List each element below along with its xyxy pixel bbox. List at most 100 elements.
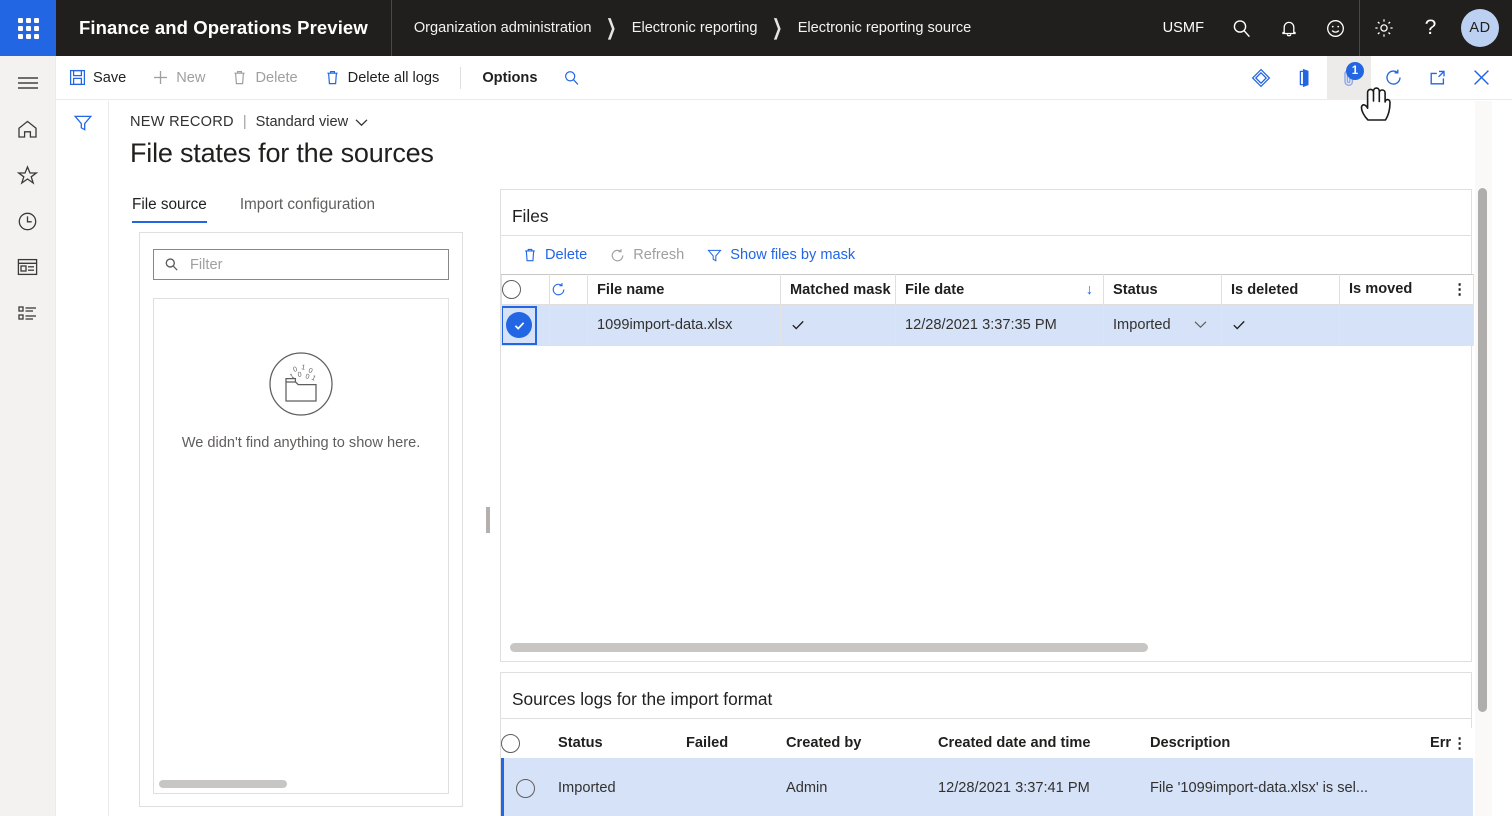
- table-row[interactable]: Imported Admin 12/28/2021 3:37:41 PM Fil…: [501, 758, 1473, 816]
- office-app-button[interactable]: [1283, 56, 1327, 100]
- new-button[interactable]: New: [139, 56, 218, 100]
- refresh-button[interactable]: [1371, 56, 1415, 100]
- attachments-badge: 1: [1346, 62, 1364, 80]
- files-row-select-cell[interactable]: [502, 305, 550, 346]
- logs-column-created-by[interactable]: Created by: [777, 728, 929, 758]
- options-button[interactable]: Options: [469, 56, 550, 100]
- filter-input[interactable]: [188, 256, 438, 274]
- breadcrumb-item-0[interactable]: Organization administration: [414, 20, 592, 36]
- plus-icon: [152, 69, 169, 86]
- files-grid: File name Matched mask ↓ File date Statu…: [501, 274, 1474, 346]
- settings-button[interactable]: [1360, 0, 1407, 56]
- global-search-button[interactable]: [1218, 0, 1265, 56]
- select-all-radio-icon: [502, 280, 521, 299]
- logs-cell-created-date[interactable]: 12/28/2021 3:37:41 PM: [929, 758, 1141, 816]
- table-row[interactable]: 1099import-data.xlsx 12/28/2021 3:37:35 …: [502, 305, 1474, 346]
- files-refresh-button[interactable]: Refresh: [598, 236, 695, 274]
- row-radio-icon[interactable]: [516, 779, 535, 798]
- files-delete-label: Delete: [545, 247, 587, 263]
- avatar[interactable]: AD: [1461, 9, 1499, 47]
- delete-button[interactable]: Delete: [218, 56, 310, 100]
- breadcrumb: Organization administration ❯ Electronic…: [392, 18, 971, 38]
- filter-input-container[interactable]: [153, 249, 449, 280]
- files-column-file-date[interactable]: ↓ File date: [896, 275, 1104, 305]
- files-column-matched-mask[interactable]: Matched mask: [781, 275, 896, 305]
- files-card-title: Files: [501, 190, 1471, 235]
- files-grid-scroll-thumb[interactable]: [510, 643, 1148, 652]
- logs-cell-status[interactable]: Imported: [549, 758, 677, 816]
- search-icon: [164, 257, 179, 272]
- svg-text:0: 0: [297, 371, 302, 378]
- column-options-kebab-icon[interactable]: ⋮: [1452, 735, 1467, 752]
- files-column-is-deleted[interactable]: Is deleted: [1222, 275, 1340, 305]
- logs-column-error[interactable]: ⋮ Err: [1421, 728, 1473, 758]
- command-search-button[interactable]: [550, 56, 593, 100]
- tab-file-source[interactable]: File source: [132, 196, 207, 223]
- recent-clock-icon[interactable]: [0, 198, 56, 244]
- bell-icon: [1279, 18, 1299, 39]
- files-grid-toolbar: Delete Refresh Sho: [501, 236, 1471, 274]
- app-launcher-button[interactable]: [0, 0, 56, 56]
- workspaces-icon[interactable]: [0, 244, 56, 290]
- home-icon[interactable]: [0, 106, 56, 152]
- files-cell-status[interactable]: Imported: [1104, 305, 1222, 346]
- logs-row-select-cell[interactable]: [501, 758, 549, 816]
- files-row-refresh-header[interactable]: [550, 275, 588, 305]
- modules-list-icon[interactable]: [0, 290, 56, 336]
- column-options-kebab-icon[interactable]: ⋮: [1452, 281, 1467, 298]
- logs-cell-created-by[interactable]: Admin: [777, 758, 929, 816]
- power-bi-button[interactable]: [1239, 56, 1283, 100]
- files-grid-horizontal-scrollbar[interactable]: [502, 643, 1470, 655]
- files-cell-is-moved: [1340, 305, 1474, 346]
- logs-column-description[interactable]: Description: [1141, 728, 1421, 758]
- panel-splitter[interactable]: [480, 232, 496, 807]
- favorites-star-icon[interactable]: [0, 152, 56, 198]
- notifications-button[interactable]: [1265, 0, 1312, 56]
- show-files-by-mask-button[interactable]: Show files by mask: [695, 236, 866, 274]
- logs-column-status[interactable]: Status: [549, 728, 677, 758]
- logs-column-created-date[interactable]: Created date and time: [929, 728, 1141, 758]
- delete-all-logs-button[interactable]: Delete all logs: [311, 56, 453, 100]
- sources-logs-grid: Status Failed Created by Created date an…: [501, 728, 1473, 816]
- refresh-icon: [1383, 67, 1404, 88]
- files-select-all-header[interactable]: [502, 275, 550, 305]
- files-column-is-moved[interactable]: ⋮ Is moved: [1340, 275, 1474, 305]
- selected-check-icon: [506, 312, 532, 338]
- breadcrumb-item-2[interactable]: Electronic reporting source: [798, 20, 972, 36]
- files-card: Files Delete: [500, 189, 1472, 662]
- files-refresh-label: Refresh: [633, 247, 684, 263]
- splitter-grip-icon: [486, 507, 490, 533]
- open-in-new-window-icon: [1427, 67, 1448, 88]
- files-cell-file-date[interactable]: 12/28/2021 3:37:35 PM: [896, 305, 1104, 346]
- files-row-selected-indicator[interactable]: [502, 306, 538, 345]
- question-mark-icon: ?: [1425, 16, 1437, 40]
- help-button[interactable]: ?: [1407, 0, 1454, 56]
- attachments-button[interactable]: 1: [1327, 56, 1371, 100]
- power-bi-icon: [1251, 68, 1271, 88]
- tab-import-configuration[interactable]: Import configuration: [240, 196, 375, 223]
- save-button[interactable]: Save: [56, 56, 139, 100]
- logs-select-all-header[interactable]: [501, 728, 549, 758]
- logs-cell-description[interactable]: File '1099import-data.xlsx' is sel...: [1141, 758, 1421, 816]
- breadcrumb-item-1[interactable]: Electronic reporting: [632, 20, 758, 36]
- page-vertical-scrollbar-thumb[interactable]: [1478, 188, 1487, 712]
- left-panel-scroll-thumb[interactable]: [159, 780, 287, 788]
- files-delete-button[interactable]: Delete: [511, 236, 598, 274]
- filter-funnel-icon[interactable]: [72, 112, 94, 816]
- logs-column-failed[interactable]: Failed: [677, 728, 777, 758]
- close-button[interactable]: [1459, 56, 1503, 100]
- left-panel-horizontal-scrollbar[interactable]: [155, 780, 447, 791]
- files-cell-file-name[interactable]: 1099import-data.xlsx: [588, 305, 781, 346]
- view-selector[interactable]: Standard view: [256, 114, 368, 130]
- sources-logs-card: Sources logs for the import format Statu…: [500, 672, 1472, 816]
- chevron-down-icon[interactable]: [1194, 317, 1207, 329]
- company-selector[interactable]: USMF: [1149, 0, 1218, 56]
- svg-text:0: 0: [304, 373, 310, 381]
- command-bar-right-actions: 1: [1239, 56, 1512, 100]
- hamburger-menu-icon[interactable]: [0, 60, 56, 106]
- files-column-status[interactable]: Status: [1104, 275, 1222, 305]
- open-in-new-window-button[interactable]: [1415, 56, 1459, 100]
- files-column-file-name[interactable]: File name: [588, 275, 781, 305]
- feedback-button[interactable]: [1312, 0, 1359, 56]
- left-navigation-rail: [0, 56, 56, 816]
